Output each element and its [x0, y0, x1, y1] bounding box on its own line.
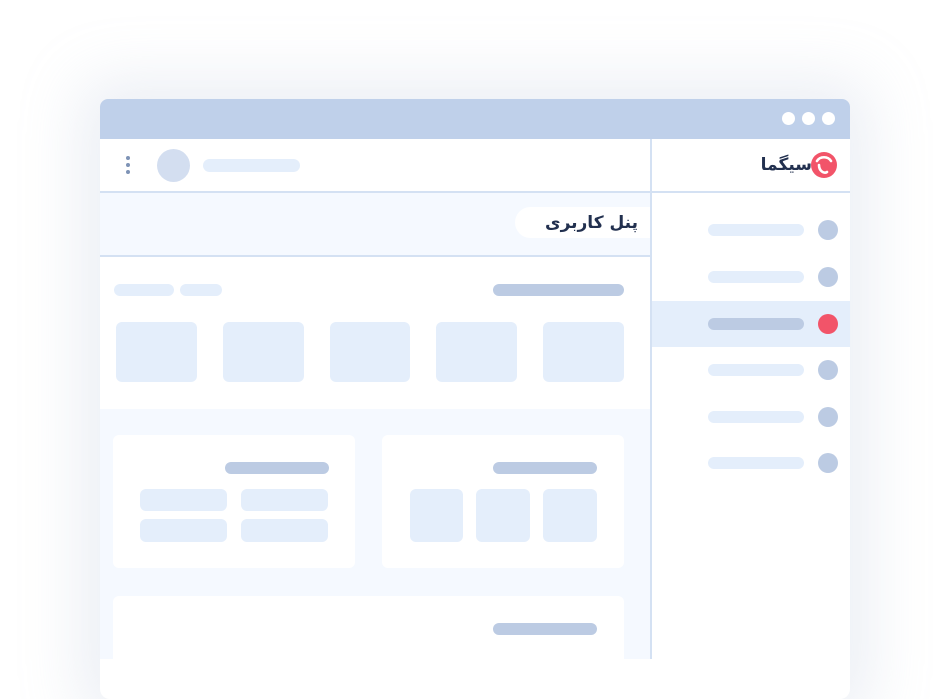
- sidebar-item[interactable]: [652, 347, 850, 393]
- sidebar-item-label-placeholder: [708, 364, 804, 376]
- card-heading-placeholder: [493, 462, 597, 474]
- sidebar: سیگما: [650, 139, 850, 659]
- card-bottom: [113, 596, 624, 659]
- sidebar-item-icon: [818, 453, 838, 473]
- user-avatar[interactable]: [157, 149, 190, 182]
- sidebar-item[interactable]: [652, 394, 850, 440]
- card-tile-placeholder[interactable]: [476, 489, 530, 542]
- card-field-placeholder[interactable]: [140, 489, 227, 511]
- card-left: [113, 435, 355, 568]
- section-heading-placeholder: [493, 284, 624, 296]
- sidebar-item-label-placeholder: [708, 318, 804, 330]
- window-control-dot-2[interactable]: [802, 112, 815, 125]
- main-content: پنل کاربری: [100, 139, 650, 659]
- filter-chip-placeholder[interactable]: [114, 284, 174, 296]
- sidebar-item[interactable]: [652, 254, 850, 300]
- card-tile-placeholder[interactable]: [410, 489, 463, 542]
- sidebar-item[interactable]: [652, 440, 850, 486]
- sidebar-item-icon: [818, 267, 838, 287]
- sigma-logo-icon: [811, 152, 837, 178]
- sidebar-item-active[interactable]: [652, 301, 850, 347]
- kebab-menu-icon[interactable]: [124, 156, 132, 176]
- card-heading-placeholder: [493, 623, 597, 635]
- top-bar: [100, 139, 650, 193]
- app-window: پنل کاربری سیگما: [100, 99, 850, 659]
- card-field-placeholder[interactable]: [140, 519, 227, 542]
- sidebar-item-label-placeholder: [708, 411, 804, 423]
- sidebar-item[interactable]: [652, 207, 850, 253]
- window-control-dot-1[interactable]: [782, 112, 795, 125]
- window-titlebar: [100, 99, 850, 139]
- card-field-placeholder[interactable]: [241, 519, 328, 542]
- sidebar-item-label-placeholder: [708, 271, 804, 283]
- card-heading-placeholder: [225, 462, 329, 474]
- card-right: [382, 435, 624, 568]
- summary-tile[interactable]: [543, 322, 624, 382]
- summary-section: [100, 257, 650, 409]
- window-control-dot-3[interactable]: [822, 112, 835, 125]
- page-title: پنل کاربری: [544, 213, 638, 233]
- sidebar-item-label-placeholder: [708, 224, 804, 236]
- sidebar-item-icon: [818, 314, 838, 334]
- summary-tile[interactable]: [330, 322, 410, 382]
- card-tile-placeholder[interactable]: [543, 489, 597, 542]
- brand-name: سیگما: [760, 155, 812, 175]
- summary-tile[interactable]: [223, 322, 304, 382]
- card-field-placeholder[interactable]: [241, 489, 328, 511]
- filter-chip-placeholder[interactable]: [180, 284, 222, 296]
- sidebar-item-icon: [818, 360, 838, 380]
- page-header: پنل کاربری: [100, 193, 650, 257]
- user-name-placeholder: [203, 159, 300, 172]
- sidebar-item-label-placeholder: [708, 457, 804, 469]
- summary-tile[interactable]: [436, 322, 517, 382]
- sidebar-header: سیگما: [652, 139, 850, 193]
- sidebar-item-icon: [818, 220, 838, 240]
- summary-tile[interactable]: [116, 322, 197, 382]
- cards-section: [100, 409, 650, 659]
- sidebar-item-icon: [818, 407, 838, 427]
